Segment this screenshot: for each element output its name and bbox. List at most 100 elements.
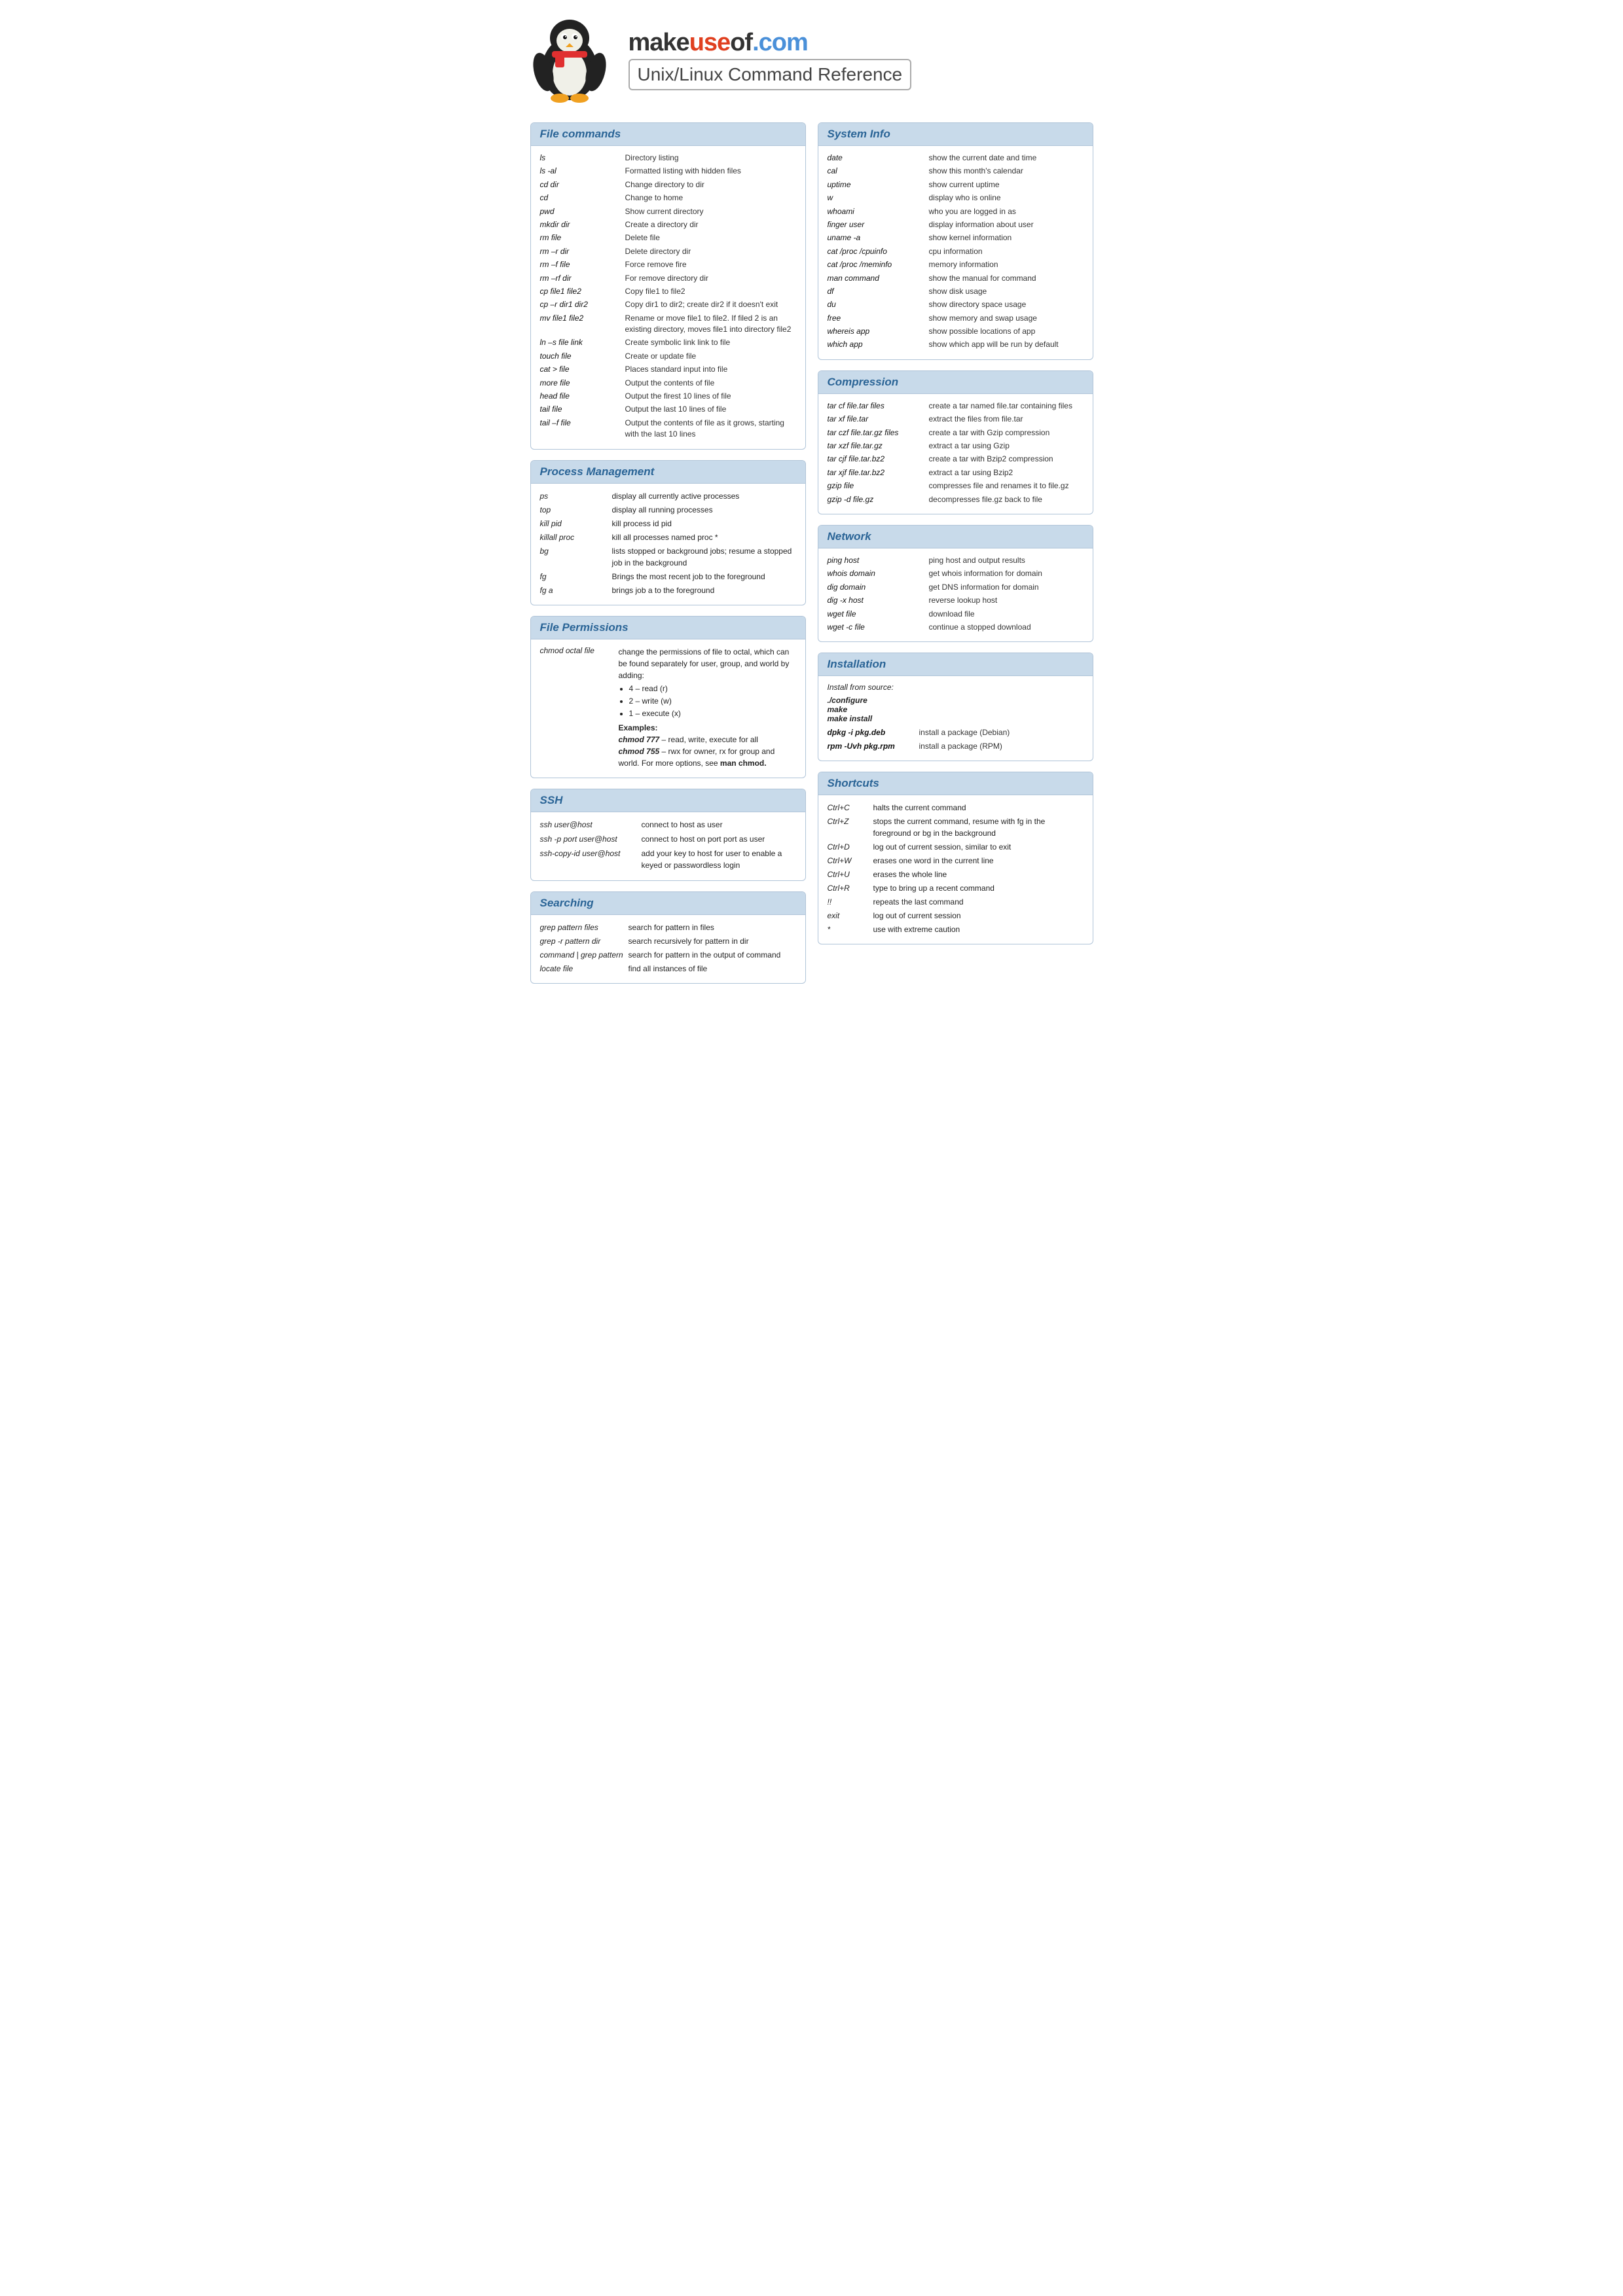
table-row: psdisplay all currently active processes (540, 490, 796, 502)
table-row: ping hostping host and output results (828, 555, 1084, 566)
table-row: cp file1 file2Copy file1 to file2 (540, 286, 796, 297)
ssh-header: SSH (531, 789, 805, 812)
installation-section: Installation Install from source: ./conf… (818, 653, 1093, 761)
installation-body: Install from source: ./configure make ma… (818, 676, 1093, 761)
table-row: Ctrl+Werases one word in the current lin… (828, 855, 1084, 867)
compression-section: Compression tar cf file.tar filescreate … (818, 370, 1093, 514)
table-row: topdisplay all running processes (540, 504, 796, 516)
table-row: exitlog out of current session (828, 910, 1084, 922)
table-row: ssh -p port user@hostconnect to host on … (540, 833, 796, 845)
table-row: grep pattern filessearch for pattern in … (540, 922, 796, 933)
system-info-header: System Info (818, 123, 1093, 146)
ssh-body: ssh user@hostconnect to host as user ssh… (531, 812, 805, 880)
table-row: rm –rf dirFor remove directory dir (540, 273, 796, 284)
system-info-section: System Info dateshow the current date an… (818, 122, 1093, 360)
table-row: ln –s file linkCreate symbolic link link… (540, 337, 796, 348)
table-row: ls -alFormatted listing with hidden file… (540, 166, 796, 177)
table-row: wdisplay who is online (828, 192, 1084, 204)
table-row: tar xf file.tarextract the files from fi… (828, 414, 1084, 425)
table-row: dig domainget DNS information for domain (828, 582, 1084, 593)
table-row: tail –f fileOutput the contents of file … (540, 418, 796, 440)
table-row: wget -c filecontinue a stopped download (828, 622, 1084, 633)
table-row: fgBrings the most recent job to the fore… (540, 571, 796, 583)
table-row: gzip filecompresses file and renames it … (828, 480, 1084, 492)
penguin-logo (530, 13, 615, 107)
table-row: lsDirectory listing (540, 152, 796, 164)
table-row: head fileOutput the firest 10 lines of f… (540, 391, 796, 402)
ssh-section: SSH ssh user@hostconnect to host as user… (530, 789, 806, 881)
shortcuts-header: Shortcuts (818, 772, 1093, 795)
list-item: ./configure (828, 696, 1084, 705)
shortcuts-body: Ctrl+Chalts the current command Ctrl+Zst… (818, 795, 1093, 944)
table-row: grep -r pattern dirsearch recursively fo… (540, 935, 796, 947)
list-item: make install (828, 714, 1084, 723)
table-row: cd dirChange directory to dir (540, 179, 796, 190)
table-row: command | grep patternsearch for pattern… (540, 949, 796, 961)
system-info-body: dateshow the current date and time calsh… (818, 146, 1093, 359)
table-row: cat /proc /meminfomemory information (828, 259, 1084, 270)
table-row: tar cjf file.tar.bz2create a tar with Bz… (828, 454, 1084, 465)
page-header: makeuseof.com Unix/Linux Command Referen… (530, 13, 1093, 107)
table-row: Ctrl+Chalts the current command (828, 802, 1084, 814)
table-row: dfshow disk usage (828, 286, 1084, 297)
table-row: cp –r dir1 dir2Copy dir1 to dir2; create… (540, 299, 796, 310)
table-row: rm –r dirDelete directory dir (540, 246, 796, 257)
right-column: System Info dateshow the current date an… (818, 122, 1093, 994)
table-row: tar xjf file.tar.bz2extract a tar using … (828, 467, 1084, 478)
table-row: ssh user@hostconnect to host as user (540, 819, 796, 831)
table-row: uname -ashow kernel information (828, 232, 1084, 243)
table-row: Ctrl+Rtype to bring up a recent command (828, 882, 1084, 894)
table-row: tar xzf file.tar.gzextract a tar using G… (828, 440, 1084, 452)
table-row: dushow directory space usage (828, 299, 1084, 310)
file-permissions-body: chmod octal file change the permissions … (531, 639, 805, 778)
table-row: uptimeshow current uptime (828, 179, 1084, 190)
file-commands-header: File commands (531, 123, 805, 146)
file-permissions-header: File Permissions (531, 617, 805, 639)
table-row: wget filedownload file (828, 609, 1084, 620)
file-commands-body: lsDirectory listing ls -alFormatted list… (531, 146, 805, 449)
table-row: tar czf file.tar.gz filescreate a tar wi… (828, 427, 1084, 439)
table-row: tar cf file.tar filescreate a tar named … (828, 401, 1084, 412)
table-row: more fileOutput the contents of file (540, 378, 796, 389)
searching-body: grep pattern filessearch for pattern in … (531, 915, 805, 983)
table-row: dateshow the current date and time (828, 152, 1084, 164)
list-item: make (828, 705, 1084, 714)
table-row: cat > filePlaces standard input into fil… (540, 364, 796, 375)
table-row: bglists stopped or background jobs; resu… (540, 545, 796, 569)
table-row: tail fileOutput the last 10 lines of fil… (540, 404, 796, 415)
left-column: File commands lsDirectory listing ls -al… (530, 122, 806, 994)
header-title-block: makeuseof.com Unix/Linux Command Referen… (629, 29, 1093, 91)
main-layout: File commands lsDirectory listing ls -al… (530, 122, 1093, 994)
searching-header: Searching (531, 892, 805, 915)
table-row: man commandshow the manual for command (828, 273, 1084, 284)
table-row: cdChange to home (540, 192, 796, 204)
table-row: kill pidkill process id pid (540, 518, 796, 529)
table-row: whereis appshow possible locations of ap… (828, 326, 1084, 337)
table-row: touch fileCreate or update file (540, 351, 796, 362)
network-section: Network ping hostping host and output re… (818, 525, 1093, 642)
table-row: dpkg -i pkg.deb install a package (Debia… (828, 727, 1084, 738)
file-permissions-section: File Permissions chmod octal file change… (530, 616, 806, 778)
installation-header: Installation (818, 653, 1093, 676)
network-body: ping hostping host and output results wh… (818, 548, 1093, 641)
table-row: locate filefind all instances of file (540, 963, 796, 975)
brand-name: makeuseof.com (629, 29, 1093, 57)
table-row: ssh-copy-id user@hostadd your key to hos… (540, 848, 796, 871)
table-row: finger userdisplay information about use… (828, 219, 1084, 230)
compression-body: tar cf file.tar filescreate a tar named … (818, 394, 1093, 514)
table-row: pwdShow current directory (540, 206, 796, 217)
page-title: Unix/Linux Command Reference (629, 59, 912, 90)
table-row: calshow this month's calendar (828, 166, 1084, 177)
shortcuts-section: Shortcuts Ctrl+Chalts the current comman… (818, 772, 1093, 944)
table-row: !!repeats the last command (828, 896, 1084, 908)
table-row: killall prockill all processes named pro… (540, 531, 796, 543)
process-management-header: Process Management (531, 461, 805, 484)
table-row: Ctrl+Uerases the whole line (828, 869, 1084, 880)
table-row: *use with extreme caution (828, 924, 1084, 935)
table-row: whoamiwho you are logged in as (828, 206, 1084, 217)
process-management-section: Process Management psdisplay all current… (530, 460, 806, 605)
table-row: freeshow memory and swap usage (828, 313, 1084, 324)
table-row: mkdir dirCreate a directory dir (540, 219, 796, 230)
table-row: mv file1 file2Rename or move file1 to fi… (540, 313, 796, 336)
file-commands-section: File commands lsDirectory listing ls -al… (530, 122, 806, 450)
